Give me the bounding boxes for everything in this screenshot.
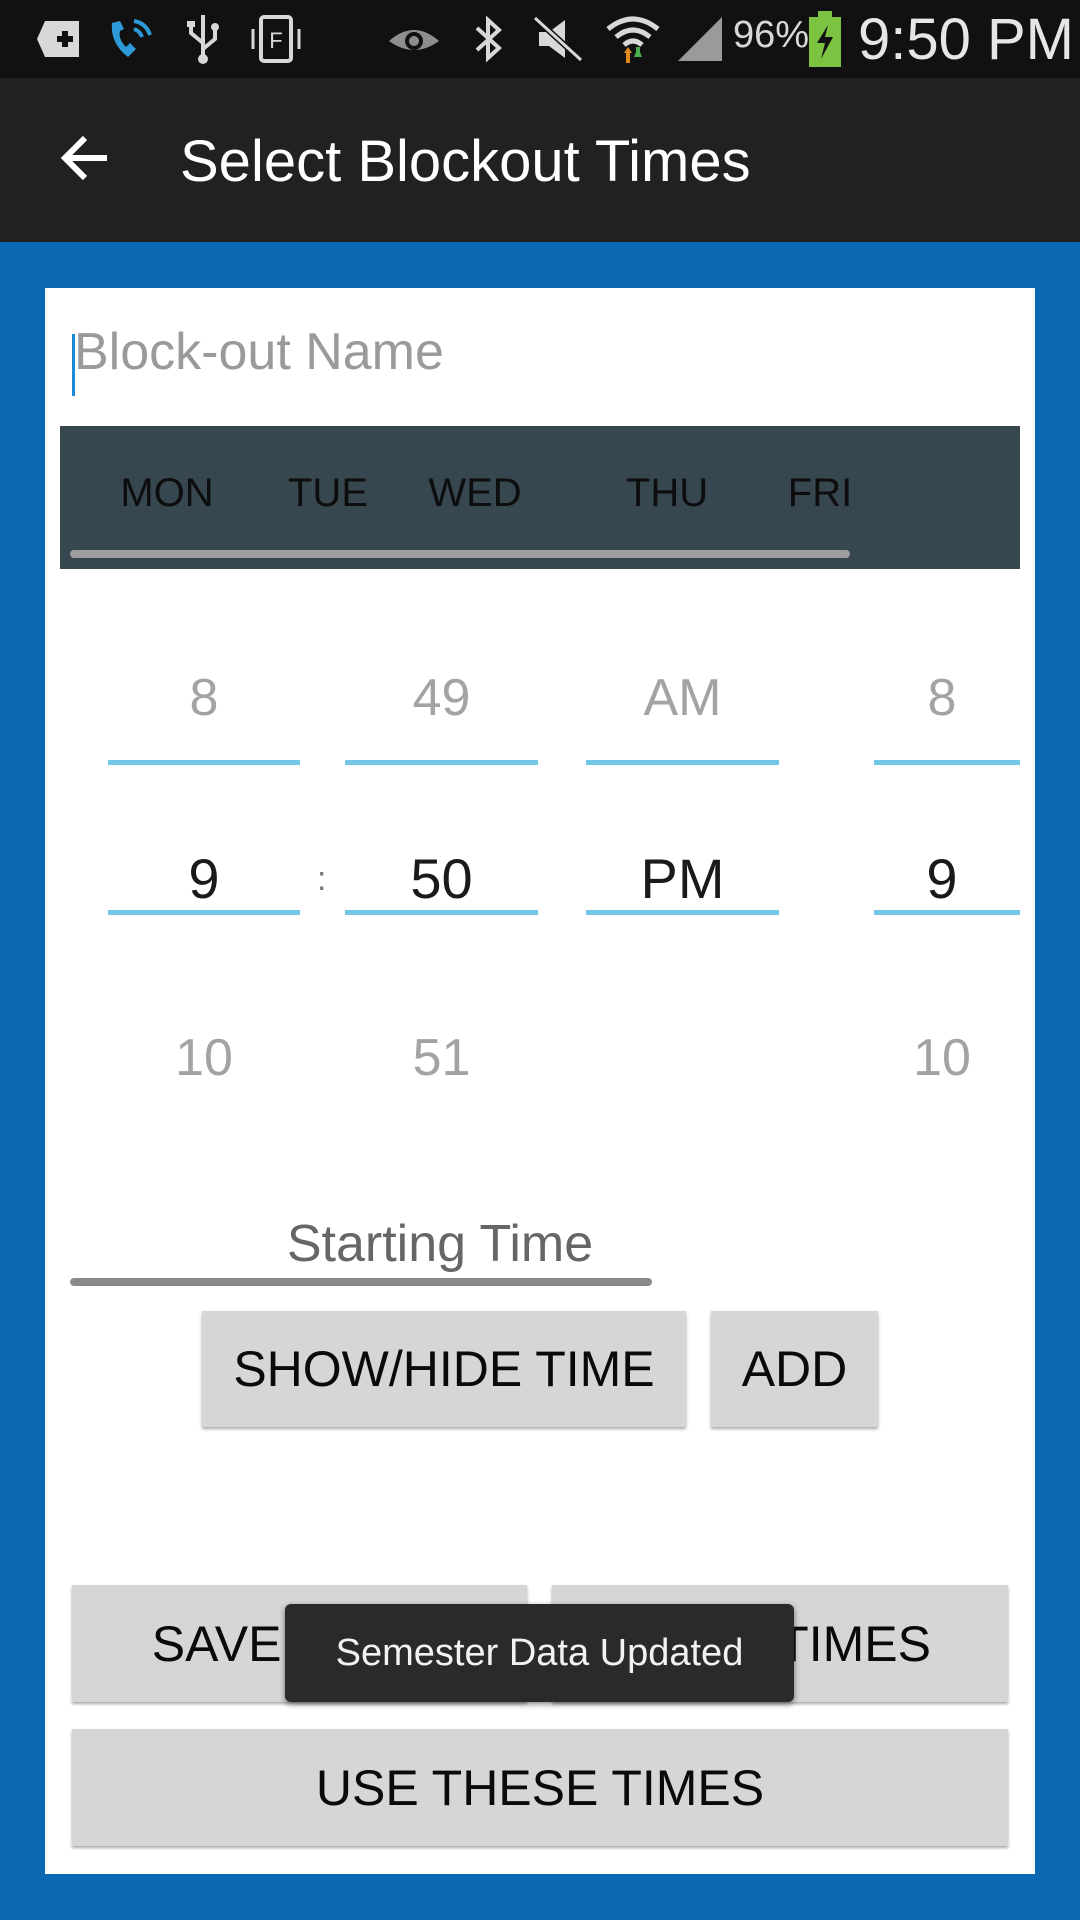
ampm-line-bottom xyxy=(586,910,779,915)
minute-picker[interactable]: 49 50 51 xyxy=(345,668,538,1108)
show-hide-time-button[interactable]: SHOW/HIDE TIME xyxy=(202,1311,686,1427)
usb-icon xyxy=(180,12,226,66)
mute-icon xyxy=(530,12,586,66)
tab-fri[interactable]: FRI xyxy=(745,471,895,516)
bluetooth-icon xyxy=(468,12,508,66)
app-bar: Select Blockout Times xyxy=(0,78,1080,242)
end-hour-line-bottom xyxy=(874,910,1020,915)
end-hour-prev[interactable]: 8 xyxy=(894,668,990,728)
nfc-icon: F xyxy=(248,12,304,66)
end-hour-selected[interactable]: 9 xyxy=(894,846,990,911)
tab-tue[interactable]: TUE xyxy=(253,471,403,516)
use-these-times-button[interactable]: USE THESE TIMES xyxy=(72,1729,1008,1846)
arrow-back-icon[interactable] xyxy=(50,123,120,193)
status-time: 9:50 PM xyxy=(858,7,1074,72)
tab-mon[interactable]: MON xyxy=(92,471,242,516)
minute-selected[interactable]: 50 xyxy=(345,846,538,911)
hour-line-bottom xyxy=(108,910,300,915)
eye-icon xyxy=(384,12,444,66)
blockout-name-input[interactable] xyxy=(72,308,1008,396)
hour-picker[interactable]: 8 9 10 xyxy=(108,668,300,1108)
minute-line-top xyxy=(345,760,538,765)
end-hour-line-top xyxy=(874,760,1020,765)
svg-text:F: F xyxy=(269,28,282,53)
wifi-call-icon xyxy=(104,12,156,66)
wifi-icon xyxy=(604,12,662,66)
tab-wed[interactable]: WED xyxy=(400,471,550,516)
hour-next[interactable]: 10 xyxy=(108,1028,300,1088)
hour-line-top xyxy=(108,760,300,765)
ampm-line-top xyxy=(586,760,779,765)
toast-message: Semester Data Updated xyxy=(285,1604,794,1702)
add-box-icon xyxy=(34,12,86,66)
end-hour-next[interactable]: 10 xyxy=(894,1028,990,1088)
ampm-prev[interactable]: AM xyxy=(586,668,779,728)
tab-thu[interactable]: THU xyxy=(592,471,742,516)
ampm-picker[interactable]: AM PM xyxy=(586,668,779,1108)
minute-next[interactable]: 51 xyxy=(345,1028,538,1088)
minute-line-bottom xyxy=(345,910,538,915)
days-scrollbar[interactable] xyxy=(70,550,850,558)
hour-selected[interactable]: 9 xyxy=(108,846,300,911)
ampm-selected[interactable]: PM xyxy=(586,846,779,911)
page-title: Select Blockout Times xyxy=(180,129,751,194)
battery-percent: 96% xyxy=(733,14,810,56)
day-tabs[interactable]: MON TUE WED THU FRI xyxy=(60,426,1020,569)
status-bar: F 96% 9:50 PM xyxy=(0,0,1080,78)
minute-prev[interactable]: 49 xyxy=(345,668,538,728)
signal-icon xyxy=(674,12,726,66)
blockout-name-field xyxy=(72,308,1008,431)
add-button[interactable]: ADD xyxy=(711,1311,878,1427)
text-caret xyxy=(72,334,75,396)
starting-time-label: Starting Time xyxy=(286,1215,594,1273)
time-pager-indicator[interactable] xyxy=(70,1278,652,1286)
hour-prev[interactable]: 8 xyxy=(108,668,300,728)
time-separator: : xyxy=(317,860,327,898)
end-hour-picker[interactable]: 8 9 10 xyxy=(874,668,1020,1108)
battery-charging-icon xyxy=(806,11,844,67)
